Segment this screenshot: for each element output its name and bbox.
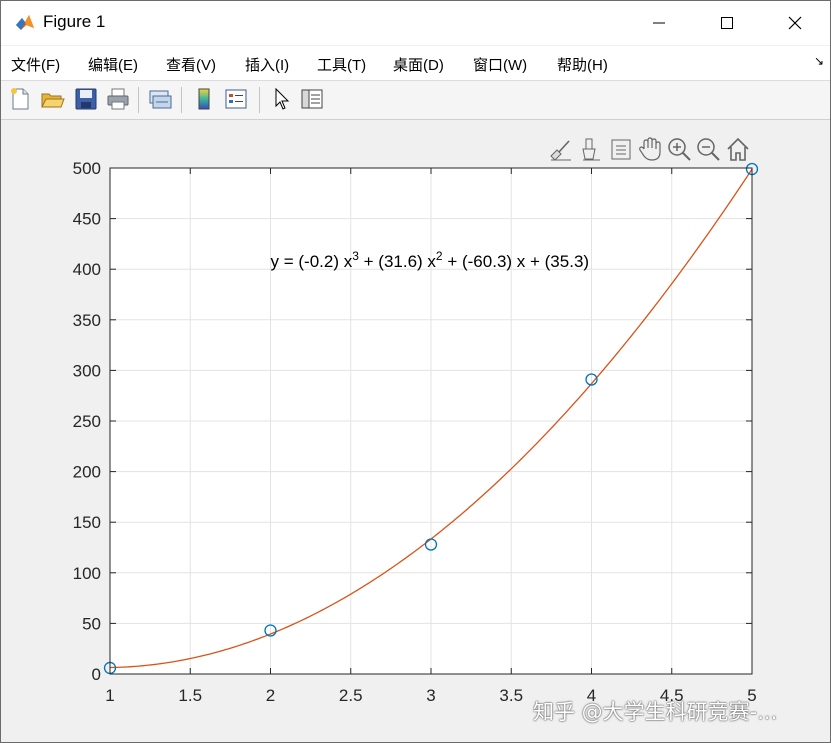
equation-part-1: y = (-0.2) x (271, 252, 353, 271)
y-tick-labels: 0 50 100 150 200 250 300 350 400 450 500 (73, 159, 101, 684)
y-tick-label: 300 (73, 361, 101, 380)
y-tick-label: 200 (73, 463, 101, 482)
y-tick-label: 50 (82, 614, 101, 633)
y-tick-label: 400 (73, 260, 101, 279)
y-tick-label: 250 (73, 412, 101, 431)
y-tick-label: 500 (73, 159, 101, 178)
equation-part-3: + (-60.3) x + (35.3) (443, 252, 589, 271)
x-tick-label: 3.5 (499, 686, 523, 705)
watermark: 知乎 @大学生科研竞赛-... (533, 700, 778, 724)
y-tick-label: 0 (92, 665, 101, 684)
y-tick-label: 100 (73, 564, 101, 583)
equation-annotation: y = (-0.2) x3 + (31.6) x2 + (-60.3) x + … (271, 249, 590, 271)
x-tick-label: 2 (266, 686, 275, 705)
x-tick-label: 1 (105, 686, 114, 705)
y-tick-label: 350 (73, 311, 101, 330)
x-tick-label: 3 (426, 686, 435, 705)
equation-part-2: + (31.6) x (359, 252, 437, 271)
x-tick-label: 2.5 (339, 686, 363, 705)
x-tick-label: 1.5 (178, 686, 202, 705)
plot-axes[interactable]: 1 1.5 2 2.5 3 3.5 4 4.5 5 0501001502002503003504… (1, 1, 830, 741)
y-tick-label: 450 (73, 210, 101, 229)
y-tick-label: 150 (73, 513, 101, 532)
